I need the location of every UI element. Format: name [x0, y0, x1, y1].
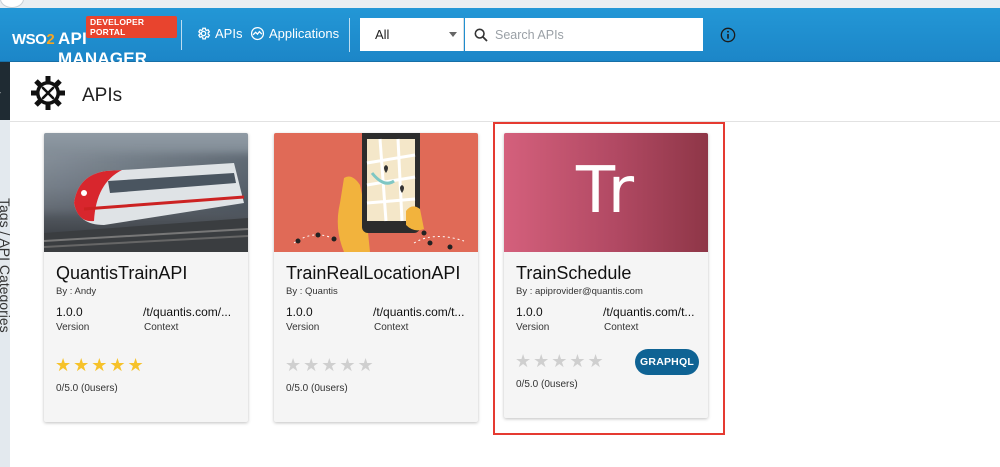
api-version: 1.0.0 — [286, 305, 313, 319]
sidebar-toggle[interactable]: › — [0, 62, 10, 120]
header-divider — [181, 20, 182, 50]
api-name[interactable]: QuantisTrainAPI — [56, 263, 238, 284]
rating-text: 0/5.0 (0users) — [56, 383, 118, 394]
api-card[interactable]: TrainRealLocationAPI By : Quantis 1.0.0 … — [274, 133, 478, 422]
header-divider — [349, 18, 350, 52]
api-card[interactable]: QuantisTrainAPI By : Andy 1.0.0 /t/quant… — [44, 133, 248, 422]
api-context: /t/quantis.com/... — [143, 305, 232, 319]
highlight-box — [493, 122, 725, 435]
search-scope-select[interactable]: All — [360, 18, 464, 51]
top-header: DEVELOPER PORTAL WSO2 API MANAGER APIs A… — [0, 8, 1000, 68]
train-thumbnail[interactable] — [44, 133, 248, 252]
star-rating[interactable]: ★★★★★ — [285, 355, 376, 376]
api-name[interactable]: TrainRealLocationAPI — [286, 263, 468, 284]
nav-applications[interactable]: Applications — [250, 26, 339, 41]
nav-apis[interactable]: APIs — [196, 26, 242, 41]
train-image — [44, 163, 248, 252]
phone-map-image — [293, 133, 465, 252]
search-input[interactable] — [495, 27, 695, 42]
nav-apis-label: APIs — [215, 26, 243, 41]
wso2-logo-text: WSO2 — [12, 31, 55, 48]
applications-icon — [250, 26, 265, 41]
api-provider: By : Andy — [56, 286, 97, 297]
context-label: Context — [144, 322, 179, 333]
apis-gear-icon — [31, 76, 65, 110]
chevron-right-icon: › — [0, 85, 1, 99]
gear-icon — [197, 27, 211, 40]
browser-strip — [0, 0, 1000, 8]
page-title: APIs — [82, 85, 123, 106]
logo[interactable]: DEVELOPER PORTAL WSO2 API MANAGER — [12, 16, 177, 68]
info-icon[interactable] — [720, 27, 736, 43]
version-label: Version — [56, 322, 90, 333]
search-box — [465, 18, 703, 51]
map-thumbnail[interactable] — [274, 133, 478, 252]
api-provider: By : Quantis — [286, 286, 338, 297]
chevron-down-icon — [449, 32, 457, 37]
browser-button — [0, 0, 24, 8]
rating-text: 0/5.0 (0users) — [286, 383, 348, 394]
version-label: Version — [286, 322, 320, 333]
star-rating[interactable]: ★★★★★ — [55, 355, 146, 376]
sidebar-label[interactable]: Tags / API Categories — [0, 198, 13, 333]
search-scope-value: All — [375, 27, 390, 42]
page-title-bar: APIs — [10, 62, 1000, 122]
nav-applications-label: Applications — [269, 26, 340, 41]
context-label: Context — [374, 322, 409, 333]
api-version: 1.0.0 — [56, 305, 83, 319]
search-icon — [474, 28, 488, 42]
api-context: /t/quantis.com/t... — [373, 305, 465, 319]
